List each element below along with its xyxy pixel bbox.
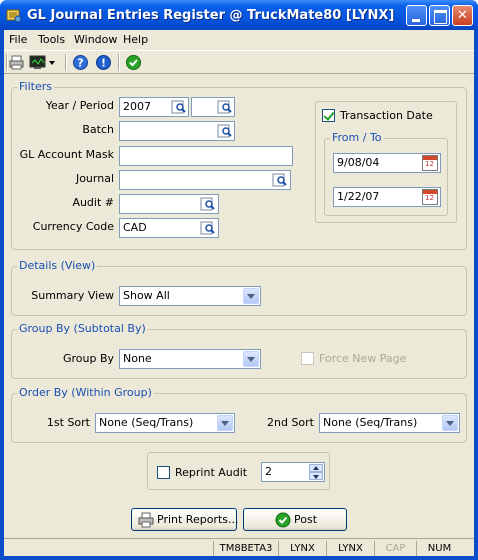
spin-up-icon[interactable] [309, 464, 323, 472]
year-period-label: Year / Period [45, 99, 114, 112]
title-bar[interactable]: GL Journal Entries Register @ TruckMate8… [0, 0, 478, 30]
maximize-icon [430, 6, 449, 25]
batch-lookup-icon[interactable] [217, 123, 233, 139]
currency-lookup-icon[interactable] [200, 220, 216, 236]
journal-lookup-icon[interactable] [272, 172, 288, 188]
chevron-down-icon[interactable] [442, 415, 458, 431]
close-icon: ✕ [457, 8, 468, 23]
print-reports-button[interactable]: Print Reports... [131, 508, 239, 531]
menu-file[interactable]: File [9, 33, 27, 46]
status-server: LYNX [278, 541, 326, 556]
year-lookup-icon[interactable] [171, 99, 187, 115]
chevron-down-icon[interactable] [217, 415, 233, 431]
app-icon [6, 9, 22, 23]
toolbar-separator [65, 54, 67, 71]
filters-legend: Filters [17, 80, 54, 93]
status-caps: CAP [374, 541, 416, 556]
maximize-button[interactable] [429, 5, 450, 26]
group-by-legend: Group By (Subtotal By) [17, 322, 148, 335]
second-sort-label: 2nd Sort [267, 416, 314, 429]
summary-view-select[interactable]: Show All [119, 286, 261, 306]
printer-icon [138, 512, 154, 528]
ok-check-icon [275, 512, 291, 528]
reprint-audit-checkbox[interactable] [157, 466, 170, 479]
gl-account-mask-field[interactable] [119, 146, 293, 166]
gl-account-mask-label: GL Account Mask [19, 148, 114, 161]
printer-icon[interactable] [8, 54, 25, 71]
reprint-audit-box: Reprint Audit 2 [147, 452, 330, 490]
transaction-date-label[interactable]: Transaction Date [340, 109, 433, 122]
help-icon[interactable]: ? [72, 54, 89, 71]
force-new-page-checkbox[interactable] [301, 352, 314, 365]
first-sort-select[interactable]: None (Seq/Trans) [95, 413, 235, 433]
details-legend: Details (View) [17, 259, 98, 272]
dropdown-arrow-icon[interactable] [48, 54, 57, 71]
force-new-page-label: Force New Page [319, 352, 407, 365]
minimize-button[interactable] [406, 5, 427, 26]
order-by-legend: Order By (Within Group) [17, 386, 154, 399]
journal-label: Journal [75, 172, 114, 185]
status-num: NUM [416, 541, 462, 556]
status-bar: TM8BETA3 LYNX LYNX CAP NUM [4, 538, 474, 556]
close-button[interactable]: ✕ [452, 5, 473, 26]
menu-help[interactable]: Help [123, 33, 148, 46]
transaction-date-group: Transaction Date From / To 9/08/04 12 1/… [315, 101, 457, 223]
group-by-label: Group By [62, 352, 114, 365]
chevron-down-icon[interactable] [243, 351, 259, 367]
batch-label: Batch [82, 123, 114, 136]
order-by-group: Order By (Within Group) 1st Sort None (S… [11, 386, 467, 443]
status-user: LYNX [326, 541, 374, 556]
menu-bar: File Tools Window Help [4, 30, 474, 49]
svg-text:!: ! [101, 57, 106, 70]
ok-check-icon[interactable] [125, 54, 142, 71]
reprint-count-spinner[interactable]: 2 [261, 462, 325, 482]
monitor-icon[interactable] [29, 54, 46, 71]
chevron-down-icon[interactable] [243, 288, 259, 304]
menu-window[interactable]: Window [74, 33, 117, 46]
filters-group: Filters Year / Period 2007 Batch GL Acco… [11, 80, 467, 250]
svg-text:?: ? [77, 57, 83, 70]
application-window: GL Journal Entries Register @ TruckMate8… [0, 0, 478, 560]
minimize-icon [407, 6, 426, 25]
status-database: TM8BETA3 [213, 541, 278, 556]
first-sort-label: 1st Sort [46, 416, 90, 429]
audit-lookup-icon[interactable] [200, 196, 216, 212]
from-calendar-icon[interactable]: 12 [422, 155, 438, 171]
transaction-date-checkbox[interactable] [322, 109, 335, 122]
currency-code-label: Currency Code [32, 220, 114, 233]
spin-down-icon[interactable] [309, 472, 323, 480]
summary-view-label: Summary View [31, 289, 114, 302]
journal-field[interactable] [119, 170, 291, 190]
print-reports-label: Print Reports... [157, 513, 239, 526]
from-to-legend: From / To [330, 131, 384, 144]
post-button[interactable]: Post [243, 508, 347, 531]
group-by-select[interactable]: None [119, 349, 261, 369]
menu-tools[interactable]: Tools [38, 33, 65, 46]
audit-label: Audit # [72, 196, 114, 209]
window-title: GL Journal Entries Register @ TruckMate8… [27, 8, 395, 23]
period-lookup-icon[interactable] [217, 99, 233, 115]
to-calendar-icon[interactable]: 12 [422, 189, 438, 205]
info-icon[interactable]: ! [95, 54, 112, 71]
client-area: File Tools Window Help ? ! Filters Year … [4, 30, 474, 556]
post-label: Post [294, 513, 318, 526]
group-by-group: Group By (Subtotal By) Group By None For… [11, 322, 467, 379]
reprint-audit-label[interactable]: Reprint Audit [175, 466, 247, 479]
second-sort-select[interactable]: None (Seq/Trans) [319, 413, 460, 433]
details-view-group: Details (View) Summary View Show All [11, 259, 467, 316]
toolbar-separator [118, 54, 120, 71]
from-to-group: From / To 9/08/04 12 1/22/07 12 [324, 131, 448, 216]
toolbar: ? ! [4, 50, 474, 74]
